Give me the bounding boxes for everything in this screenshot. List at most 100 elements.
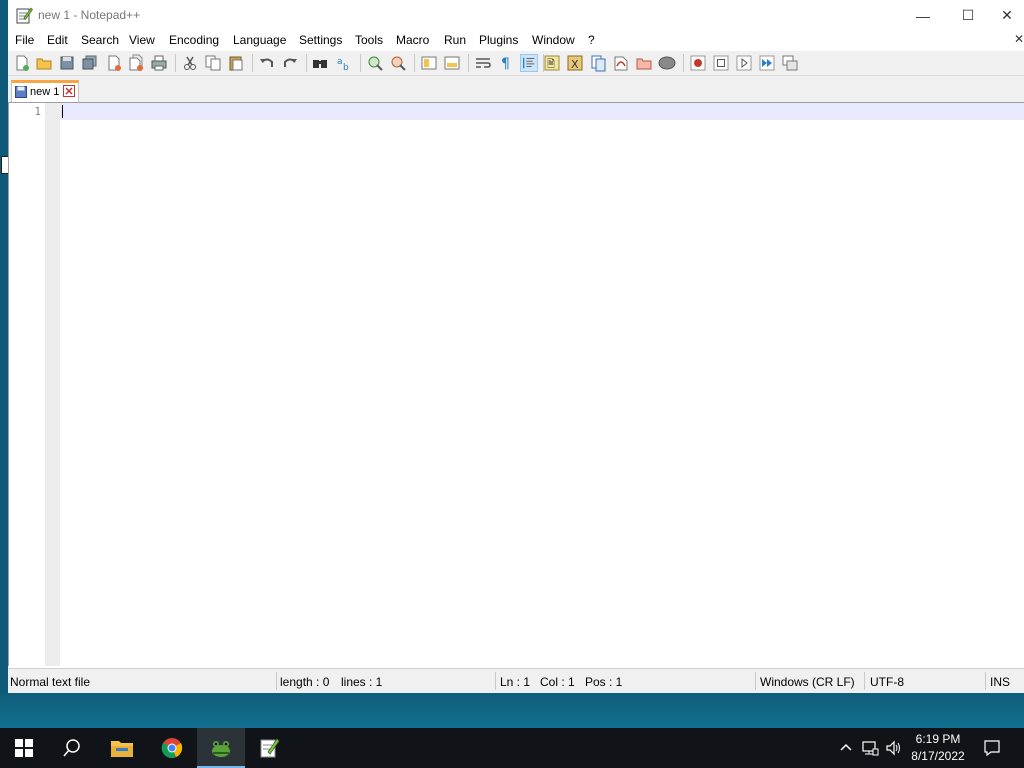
tab-label: new 1 (30, 86, 60, 98)
minimize-button[interactable]: — (900, 0, 946, 31)
toolbar-separator (252, 54, 253, 72)
stop-macro-icon[interactable] (712, 54, 730, 72)
copy-icon[interactable] (204, 54, 222, 72)
open-file-icon[interactable] (35, 54, 53, 72)
menu-language[interactable]: Language (230, 33, 289, 47)
svg-text:🗎: 🗎 (547, 58, 555, 70)
chrome-icon (161, 738, 183, 758)
taskbar-clock[interactable]: 6:19 PM 8/17/2022 (902, 731, 974, 765)
maximize-button[interactable]: ☐ (945, 0, 991, 31)
menu-help[interactable]: ? (585, 33, 598, 47)
save-all-icon[interactable] (81, 54, 99, 72)
status-insert-mode[interactable]: INS (990, 675, 1010, 689)
menu-view[interactable]: View (126, 33, 158, 47)
status-ln: Ln : 1 (500, 675, 531, 689)
status-eol[interactable]: Windows (CR LF) (760, 675, 855, 689)
status-divider (755, 672, 756, 690)
record-macro-icon[interactable] (689, 54, 707, 72)
desktop-peek-text (0, 58, 6, 74)
status-length: length : 0 (280, 675, 330, 689)
status-divider (864, 672, 865, 690)
search-button[interactable] (48, 728, 96, 768)
menu-macro[interactable]: Macro (393, 33, 432, 47)
line-number: 1 (34, 105, 41, 118)
menu-edit[interactable]: Edit (44, 33, 71, 47)
close-document-icon[interactable]: ✕ (1014, 32, 1024, 46)
undo-icon[interactable] (258, 54, 276, 72)
menu-window[interactable]: Window (529, 33, 578, 47)
sync-horizontal-icon[interactable] (443, 54, 461, 72)
status-divider (495, 672, 496, 690)
indent-guide-icon[interactable] (520, 54, 538, 72)
notification-icon[interactable] (982, 738, 1002, 758)
chevron-up-icon[interactable] (836, 738, 856, 758)
close-icon[interactable] (105, 54, 123, 72)
menu-tools[interactable]: Tools (352, 33, 386, 47)
redo-icon[interactable] (281, 54, 299, 72)
fold-margin[interactable] (45, 103, 60, 666)
word-wrap-icon[interactable] (474, 54, 492, 72)
save-icon (15, 86, 27, 98)
svg-text:X: X (571, 58, 579, 71)
notepadpp-icon (260, 738, 280, 758)
zoom-out-icon[interactable] (389, 54, 407, 72)
play-macro-icon[interactable] (735, 54, 753, 72)
taskbar: 6:19 PM 8/17/2022 (0, 728, 1024, 768)
status-divider (276, 672, 277, 690)
network-icon[interactable] (860, 738, 880, 758)
print-icon[interactable] (150, 54, 168, 72)
run-macro-multiple-icon[interactable] (758, 54, 776, 72)
start-button[interactable] (0, 728, 48, 768)
folder-as-workspace-icon[interactable] (612, 54, 630, 72)
save-icon[interactable] (58, 54, 76, 72)
windows-logo-icon (15, 739, 33, 757)
cut-icon[interactable] (181, 54, 199, 72)
taskbar-app-active[interactable] (197, 728, 245, 768)
doc-map-icon[interactable]: X (566, 54, 584, 72)
frog-app-icon (212, 741, 230, 757)
taskbar-file-explorer[interactable] (98, 728, 146, 768)
close-icon: ✕ (1001, 7, 1013, 23)
toolbar-separator (468, 54, 469, 72)
menu-settings[interactable]: Settings (296, 33, 345, 47)
function-list-icon[interactable] (589, 54, 607, 72)
close-all-icon[interactable] (127, 54, 145, 72)
udl-icon[interactable]: 🗎 (543, 54, 561, 72)
show-all-chars-icon[interactable]: ¶ (497, 54, 515, 72)
toolbar-separator (175, 54, 176, 72)
menu-file[interactable]: File (12, 33, 37, 47)
menu-encoding[interactable]: Encoding (166, 33, 222, 47)
doc-list-icon[interactable] (635, 54, 653, 72)
svg-text:¶: ¶ (501, 56, 510, 72)
volume-icon[interactable] (884, 738, 904, 758)
status-file-type: Normal text file (10, 675, 91, 689)
menu-search[interactable]: Search (78, 33, 122, 47)
save-macro-icon[interactable] (781, 54, 799, 72)
close-icon[interactable] (63, 85, 75, 97)
close-window-button[interactable]: ✕ (990, 0, 1024, 31)
menu-run[interactable]: Run (441, 33, 469, 47)
new-file-icon[interactable] (13, 54, 31, 72)
svg-text:b: b (343, 63, 349, 72)
monitoring-icon[interactable] (658, 54, 676, 72)
notepadpp-icon (16, 7, 33, 24)
toolbar-separator (306, 54, 307, 72)
title-bar[interactable]: new 1 - Notepad++ — ☐ ✕ (8, 0, 1024, 31)
status-encoding[interactable]: UTF-8 (870, 675, 904, 689)
desktop-edge (0, 0, 9, 692)
taskbar-chrome[interactable] (148, 728, 196, 768)
replace-icon[interactable]: ab (335, 54, 353, 72)
tab-new-1[interactable]: new 1 (11, 80, 79, 102)
taskbar-notepadpp[interactable] (245, 728, 293, 768)
editor-area[interactable]: 1 (8, 102, 1024, 666)
menu-plugins[interactable]: Plugins (476, 33, 521, 47)
find-icon[interactable] (311, 54, 329, 72)
status-bar: Normal text file length : 0 lines : 1 Ln… (8, 668, 1024, 693)
menu-bar: File Edit Search View Encoding Language … (8, 31, 1024, 51)
paste-icon[interactable] (227, 54, 245, 72)
status-col: Col : 1 (540, 675, 575, 689)
desktop (0, 692, 1024, 728)
file-explorer-icon (111, 741, 133, 757)
zoom-in-icon[interactable] (366, 54, 384, 72)
sync-vertical-icon[interactable] (420, 54, 438, 72)
